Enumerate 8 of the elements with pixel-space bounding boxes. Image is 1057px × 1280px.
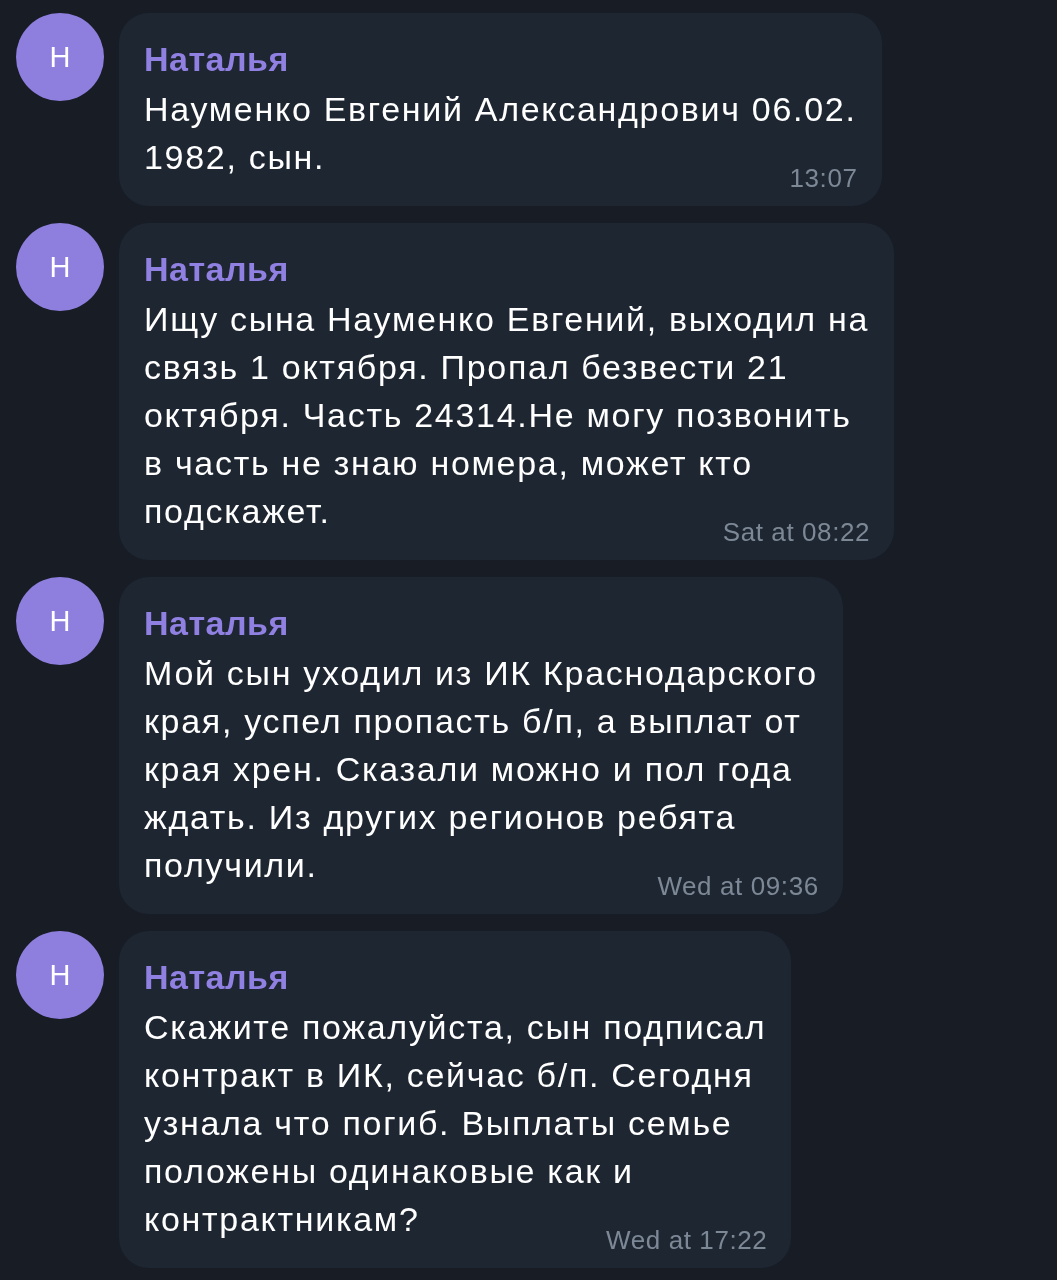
avatar[interactable]: Н [16,13,104,101]
sender-name[interactable]: Наталья [144,249,289,289]
sender-name[interactable]: Наталья [144,39,289,79]
sender-name[interactable]: Наталья [144,603,289,643]
sender-name[interactable]: Наталья [144,957,289,997]
avatar[interactable]: Н [16,223,104,311]
avatar[interactable]: Н [16,931,104,1019]
avatar[interactable]: Н [16,577,104,665]
